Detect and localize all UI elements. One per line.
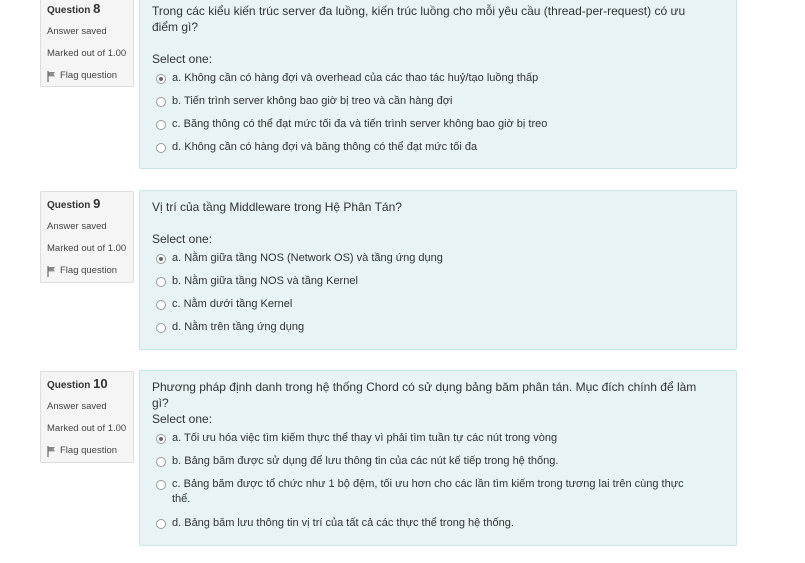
question-number-value: 8 [93, 1, 101, 16]
question-info-9: Question 9 Answer saved Marked out of 1.… [40, 191, 134, 283]
radio-button[interactable] [156, 74, 166, 84]
radio-button[interactable] [156, 480, 166, 490]
flag-question-button[interactable]: Flag question [47, 70, 127, 82]
question-grade: Marked out of 1.00 [47, 423, 127, 434]
question-number-value: 10 [93, 376, 108, 391]
answer-option-b[interactable]: b. Nằm giữa tầng NOS và tầng Kernel [156, 274, 716, 289]
answer-option-b[interactable]: b. Tiến trình server không bao giờ bị tr… [156, 94, 716, 109]
radio-button[interactable] [156, 300, 166, 310]
question-number-value: 9 [93, 196, 101, 211]
answer-option-a[interactable]: a. Nằm giữa tầng NOS (Network OS) và tần… [156, 251, 716, 266]
radio-button[interactable] [156, 143, 166, 153]
answer-option-a[interactable]: a. Không cần có hàng đợi và overhead của… [156, 71, 716, 86]
question-content-9: Vị trí của tầng Middleware trong Hệ Phân… [139, 190, 737, 350]
radio-button[interactable] [156, 323, 166, 333]
flag-question-button[interactable]: Flag question [47, 445, 127, 457]
question-state: Answer saved [47, 26, 107, 37]
answer-option-b[interactable]: b. Bảng băm được sử dụng để lưu thông ti… [156, 454, 716, 469]
radio-button[interactable] [156, 277, 166, 287]
question-grade: Marked out of 1.00 [47, 48, 127, 59]
flag-icon [47, 265, 55, 277]
flag-icon [47, 445, 55, 457]
question-number: Question 9 [47, 196, 101, 211]
question-state: Answer saved [47, 221, 107, 232]
question-text: Phương pháp định danh trong hệ thống Cho… [152, 380, 697, 410]
question-text: Vị trí của tầng Middleware trong Hệ Phân… [152, 200, 402, 214]
select-one-prompt: Select one: [152, 412, 213, 426]
answer-option-d[interactable]: d. Không cần có hàng đợi và băng thông c… [156, 140, 716, 155]
flag-question-button[interactable]: Flag question [47, 265, 127, 277]
answer-option-d[interactable]: d. Bảng băm lưu thông tin vị trí của tất… [156, 516, 716, 531]
question-state: Answer saved [47, 401, 107, 412]
answer-option-c[interactable]: c. Bảng băm được tổ chức như 1 bộ đệm, t… [156, 477, 696, 507]
flag-icon [47, 70, 55, 82]
radio-button[interactable] [156, 254, 166, 264]
question-content-8: Trong các kiểu kiến trúc server đa luồng… [139, 0, 737, 169]
answer-option-c[interactable]: c. Băng thông có thể đạt mức tối đa và t… [156, 117, 716, 132]
question-number: Question 10 [47, 376, 108, 391]
radio-button[interactable] [156, 457, 166, 467]
radio-button[interactable] [156, 519, 166, 529]
question-info-8: Question 8 Answer saved Marked out of 1.… [40, 0, 134, 87]
question-number: Question 8 [47, 1, 101, 16]
question-content-10: Phương pháp định danh trong hệ thống Cho… [139, 370, 737, 546]
question-text: Trong các kiểu kiến trúc server đa luồng… [152, 4, 686, 34]
select-one-prompt: Select one: [152, 52, 213, 66]
question-info-10: Question 10 Answer saved Marked out of 1… [40, 371, 134, 463]
radio-button[interactable] [156, 120, 166, 130]
answer-option-a[interactable]: a. Tối ưu hóa việc tìm kiếm thực thể tha… [156, 431, 716, 446]
select-one-prompt: Select one: [152, 232, 213, 246]
answer-option-c[interactable]: c. Nằm dưới tầng Kernel [156, 297, 716, 312]
radio-button[interactable] [156, 434, 166, 444]
answer-option-d[interactable]: d. Nằm trên tầng ứng dụng [156, 320, 716, 335]
radio-button[interactable] [156, 97, 166, 107]
question-grade: Marked out of 1.00 [47, 243, 127, 254]
